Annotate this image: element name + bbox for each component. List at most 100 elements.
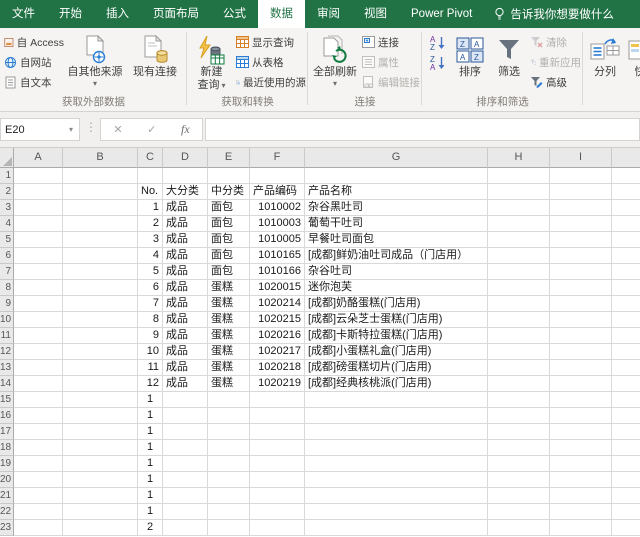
cell-B7[interactable] xyxy=(63,264,138,280)
row-header-23[interactable]: 23 xyxy=(0,520,14,536)
cell-D16[interactable] xyxy=(163,408,208,424)
name-box[interactable]: E20 ▾ xyxy=(0,118,80,141)
cell-C1[interactable] xyxy=(138,168,163,184)
cell-H19[interactable] xyxy=(488,456,550,472)
cell-G23[interactable] xyxy=(305,520,488,536)
cell-J19[interactable] xyxy=(612,456,640,472)
cell-H1[interactable] xyxy=(488,168,550,184)
cell-G2[interactable]: 产品名称 xyxy=(305,184,488,200)
cell-H12[interactable] xyxy=(488,344,550,360)
existing-connections-button[interactable]: 现有连接 xyxy=(124,30,186,95)
cell-D21[interactable] xyxy=(163,488,208,504)
text-to-columns-button[interactable]: 分列 xyxy=(585,30,625,95)
column-header-H[interactable]: H xyxy=(488,148,550,168)
cell-D18[interactable] xyxy=(163,440,208,456)
from-text-button[interactable]: 自文本 xyxy=(2,72,66,92)
cell-A18[interactable] xyxy=(14,440,63,456)
cell-A2[interactable] xyxy=(14,184,63,200)
cell-J10[interactable] xyxy=(612,312,640,328)
ribbon-tab-data[interactable]: 数据 xyxy=(258,0,305,28)
cell-I11[interactable] xyxy=(550,328,612,344)
cell-I1[interactable] xyxy=(550,168,612,184)
cell-H8[interactable] xyxy=(488,280,550,296)
cell-H16[interactable] xyxy=(488,408,550,424)
cell-E8[interactable]: 蛋糕 xyxy=(208,280,250,296)
cell-H22[interactable] xyxy=(488,504,550,520)
cell-I16[interactable] xyxy=(550,408,612,424)
column-header-E[interactable]: E xyxy=(208,148,250,168)
cell-J16[interactable] xyxy=(612,408,640,424)
insert-function-icon[interactable]: fx xyxy=(181,122,190,137)
cell-A17[interactable] xyxy=(14,424,63,440)
cell-A7[interactable] xyxy=(14,264,63,280)
cell-C20[interactable]: 1 xyxy=(138,472,163,488)
cell-E9[interactable]: 蛋糕 xyxy=(208,296,250,312)
ribbon-tab-formulas[interactable]: 公式 xyxy=(211,0,258,28)
cell-F16[interactable] xyxy=(250,408,305,424)
cell-J22[interactable] xyxy=(612,504,640,520)
cell-A16[interactable] xyxy=(14,408,63,424)
cell-F1[interactable] xyxy=(250,168,305,184)
cell-H14[interactable] xyxy=(488,376,550,392)
row-header-15[interactable]: 15 xyxy=(0,392,14,408)
cell-C10[interactable]: 8 xyxy=(138,312,163,328)
cell-G13[interactable]: [成都]磅蛋糕切片(门店用) xyxy=(305,360,488,376)
ribbon-tab-review[interactable]: 审阅 xyxy=(305,0,352,28)
cell-G7[interactable]: 杂谷吐司 xyxy=(305,264,488,280)
cell-I8[interactable] xyxy=(550,280,612,296)
cell-J14[interactable] xyxy=(612,376,640,392)
cell-F6[interactable]: 1010165 xyxy=(250,248,305,264)
cell-F11[interactable]: 1020216 xyxy=(250,328,305,344)
cell-B10[interactable] xyxy=(63,312,138,328)
from-web-button[interactable]: 自网站 xyxy=(2,52,66,72)
cell-F22[interactable] xyxy=(250,504,305,520)
column-header-F[interactable]: F xyxy=(250,148,305,168)
cell-F19[interactable] xyxy=(250,456,305,472)
cell-G21[interactable] xyxy=(305,488,488,504)
cell-E23[interactable] xyxy=(208,520,250,536)
cell-H7[interactable] xyxy=(488,264,550,280)
column-header-I[interactable]: I xyxy=(550,148,612,168)
cell-B2[interactable] xyxy=(63,184,138,200)
new-query-button[interactable]: 新建 查询 ▾ xyxy=(189,30,234,95)
ribbon-tab-insert[interactable]: 插入 xyxy=(94,0,141,28)
cell-C16[interactable]: 1 xyxy=(138,408,163,424)
cell-I9[interactable] xyxy=(550,296,612,312)
cell-G20[interactable] xyxy=(305,472,488,488)
cell-J11[interactable] xyxy=(612,328,640,344)
cell-H5[interactable] xyxy=(488,232,550,248)
cell-B21[interactable] xyxy=(63,488,138,504)
row-header-7[interactable]: 7 xyxy=(0,264,14,280)
cell-A6[interactable] xyxy=(14,248,63,264)
flash-fill-button-partial[interactable]: 快 xyxy=(625,30,640,95)
column-header-D[interactable]: D xyxy=(163,148,208,168)
sort-ascending-button[interactable]: AZ xyxy=(427,32,448,52)
cell-I20[interactable] xyxy=(550,472,612,488)
cell-H3[interactable] xyxy=(488,200,550,216)
column-header-A[interactable]: A xyxy=(14,148,63,168)
cell-I4[interactable] xyxy=(550,216,612,232)
cell-G16[interactable] xyxy=(305,408,488,424)
cell-J2[interactable] xyxy=(612,184,640,200)
cell-E13[interactable]: 蛋糕 xyxy=(208,360,250,376)
cell-B5[interactable] xyxy=(63,232,138,248)
cell-J1[interactable] xyxy=(612,168,640,184)
cell-E14[interactable]: 蛋糕 xyxy=(208,376,250,392)
cell-C11[interactable]: 9 xyxy=(138,328,163,344)
cell-J12[interactable] xyxy=(612,344,640,360)
cell-G1[interactable] xyxy=(305,168,488,184)
cell-C2[interactable]: No. xyxy=(138,184,163,200)
cell-I2[interactable] xyxy=(550,184,612,200)
cell-A15[interactable] xyxy=(14,392,63,408)
show-queries-button[interactable]: 显示查询 xyxy=(234,32,308,52)
cell-B13[interactable] xyxy=(63,360,138,376)
cell-C5[interactable]: 3 xyxy=(138,232,163,248)
cell-E5[interactable]: 面包 xyxy=(208,232,250,248)
row-header-12[interactable]: 12 xyxy=(0,344,14,360)
cell-F3[interactable]: 1010002 xyxy=(250,200,305,216)
cell-G6[interactable]: [成都]鲜奶油吐司成品（门店用） xyxy=(305,248,488,264)
cell-B17[interactable] xyxy=(63,424,138,440)
cell-A12[interactable] xyxy=(14,344,63,360)
cell-B1[interactable] xyxy=(63,168,138,184)
cell-A13[interactable] xyxy=(14,360,63,376)
